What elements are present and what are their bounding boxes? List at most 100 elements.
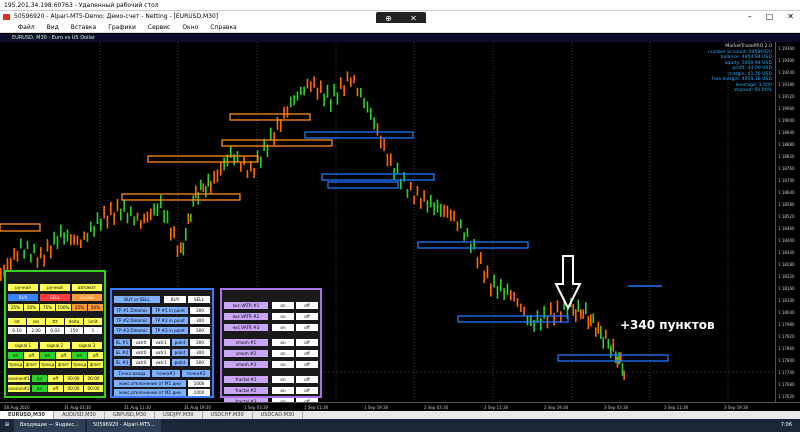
tab-eurusd[interactable]: EURUSD,M30 — [0, 411, 54, 419]
taskbar-item-terminal[interactable]: 50596920 - Alpari-MT5... — [86, 419, 161, 432]
tab-gbpusd[interactable]: GBPUSD,M30 — [105, 411, 156, 419]
signal-toggle[interactable]: on — [8, 352, 23, 359]
menu-charts[interactable]: Графики — [108, 23, 136, 32]
sl-vatr1[interactable]: vatr1 — [152, 339, 170, 346]
param-input[interactable]: 0.03 — [46, 327, 64, 334]
mode-button[interactable]: ручная — [8, 284, 38, 291]
signal-mode[interactable]: флет — [24, 361, 39, 368]
sl-vatr1[interactable]: vatr1 — [152, 349, 170, 356]
entry-point2[interactable]: точка#2 — [182, 370, 210, 377]
filter-off[interactable]: off — [296, 376, 318, 383]
tab-usdcad[interactable]: USDCAD,M30 — [253, 411, 304, 419]
session-cell[interactable]: 00:00 — [84, 385, 103, 392]
session-cell[interactable]: off — [48, 375, 63, 382]
signal-mode[interactable]: тренд — [8, 361, 23, 368]
param-input[interactable]: 150 — [65, 327, 83, 334]
taskbar-item-mail[interactable]: Входящие — Яндекс... — [14, 419, 85, 432]
tab-usdjpy[interactable]: USDJPY,M30 — [155, 411, 203, 419]
filter-off[interactable]: off — [296, 324, 318, 331]
deviation-value[interactable]: 1000 — [188, 380, 210, 387]
session-cell[interactable]: 00:00 — [64, 385, 83, 392]
param-input[interactable]: 0.10 — [8, 327, 26, 334]
mode-button[interactable]: автомат — [72, 284, 102, 291]
sl-point[interactable]: point — [172, 359, 188, 366]
maximize-icon[interactable]: □ — [766, 11, 774, 23]
tp-dinamic[interactable]: TP #2 Dinamic — [114, 317, 150, 324]
menu-view[interactable]: Вид — [47, 23, 59, 32]
filter-on[interactable]: on — [272, 387, 294, 394]
signal-mode[interactable]: тренд — [40, 361, 55, 368]
signal-toggle[interactable]: on — [72, 352, 87, 359]
percent-button[interactable]: 100% — [56, 304, 71, 311]
sl-vatr1[interactable]: vatr1 — [152, 359, 170, 366]
sl-vatr0[interactable]: vatr0 — [132, 349, 150, 356]
filter-on[interactable]: on — [272, 324, 294, 331]
sl-vatr0[interactable]: vatr0 — [132, 339, 150, 346]
minimize-icon[interactable]: – — [748, 11, 752, 23]
session-cell[interactable]: 00:00 — [84, 375, 103, 382]
mode-button[interactable]: ручной — [40, 284, 70, 291]
price-tick: 1.18940 — [778, 130, 795, 135]
menu-file[interactable]: Файл — [18, 23, 35, 32]
session-cell[interactable]: on — [32, 375, 47, 382]
param-input[interactable]: 1 — [84, 327, 102, 334]
filter-on[interactable]: on — [272, 339, 294, 346]
buy-button[interactable]: BUY — [164, 296, 186, 303]
sl-point[interactable]: point — [172, 349, 188, 356]
menu-help[interactable]: Справка — [210, 23, 236, 32]
sl-value[interactable]: 300 — [190, 359, 210, 366]
filter-off[interactable]: off — [296, 339, 318, 346]
tab-usdchf[interactable]: USDCHF,M30 — [203, 411, 253, 419]
signal-mode[interactable]: флет — [88, 361, 103, 368]
tp-value[interactable]: 300 — [190, 327, 210, 334]
filter-off[interactable]: off — [296, 350, 318, 357]
sell-button[interactable]: SELL — [188, 296, 210, 303]
deviation-value[interactable]: 1000 — [188, 389, 210, 396]
close-button[interactable]: CLOSE — [72, 294, 102, 301]
signal-mode[interactable]: флет — [56, 361, 71, 368]
sell-button[interactable]: SELL — [40, 294, 70, 301]
signal-toggle[interactable]: on — [40, 352, 55, 359]
percent-button[interactable]: 25% — [8, 304, 23, 311]
session-cell[interactable]: 00:00 — [64, 375, 83, 382]
filter-on[interactable]: on — [272, 302, 294, 309]
close-icon[interactable]: ✕ — [787, 11, 794, 23]
signal-mode[interactable]: тренд — [72, 361, 87, 368]
buy-button[interactable]: BUY — [8, 294, 38, 301]
filter-off[interactable]: off — [296, 302, 318, 309]
filter-off[interactable]: off — [296, 313, 318, 320]
filter-on[interactable]: on — [272, 313, 294, 320]
entry-point1[interactable]: точка#1 — [152, 370, 180, 377]
filter-off[interactable]: off — [296, 387, 318, 394]
session-cell[interactable]: on — [32, 385, 47, 392]
filter-on[interactable]: on — [272, 376, 294, 383]
account-info: MarketTradePRO 2.0 number account: 50596… — [708, 44, 772, 94]
tp-value[interactable]: 300 — [190, 317, 210, 324]
filter-on[interactable]: on — [272, 361, 294, 368]
percent-button[interactable]: 25% — [72, 304, 87, 311]
sl-vatr0[interactable]: vatr0 — [132, 359, 150, 366]
tp-dinamic[interactable]: TP #1 Dinamic — [114, 307, 150, 314]
percent-button[interactable]: 50% — [24, 304, 39, 311]
start-icon[interactable]: ⊞ — [0, 419, 14, 432]
tp-value[interactable]: 300 — [190, 307, 210, 314]
menu-tools[interactable]: Сервис — [148, 23, 170, 32]
filter-on[interactable]: on — [272, 350, 294, 357]
percent-button[interactable]: 75% — [40, 304, 55, 311]
menu-insert[interactable]: Вставка — [71, 23, 96, 32]
session-cell[interactable]: off — [48, 385, 63, 392]
menu-window[interactable]: Окно — [182, 23, 198, 32]
tp-dinamic[interactable]: TP #3 Dinamic — [114, 327, 150, 334]
signal-toggle[interactable]: off — [24, 352, 39, 359]
sl-point[interactable]: point — [172, 339, 188, 346]
signal-toggle[interactable]: off — [56, 352, 71, 359]
filter-off[interactable]: off — [296, 361, 318, 368]
percent-button[interactable]: 50% — [88, 304, 103, 311]
tab-audusd[interactable]: AUDUSD,M30 — [54, 411, 105, 419]
filter-label: smom #1 — [224, 339, 268, 346]
signal-toggle[interactable]: off — [88, 352, 103, 359]
sl-value[interactable]: 300 — [190, 339, 210, 346]
sl-value[interactable]: 300 — [190, 349, 210, 356]
param-input[interactable]: 2.00 — [27, 327, 45, 334]
filter-label: smom #3 — [224, 361, 268, 368]
